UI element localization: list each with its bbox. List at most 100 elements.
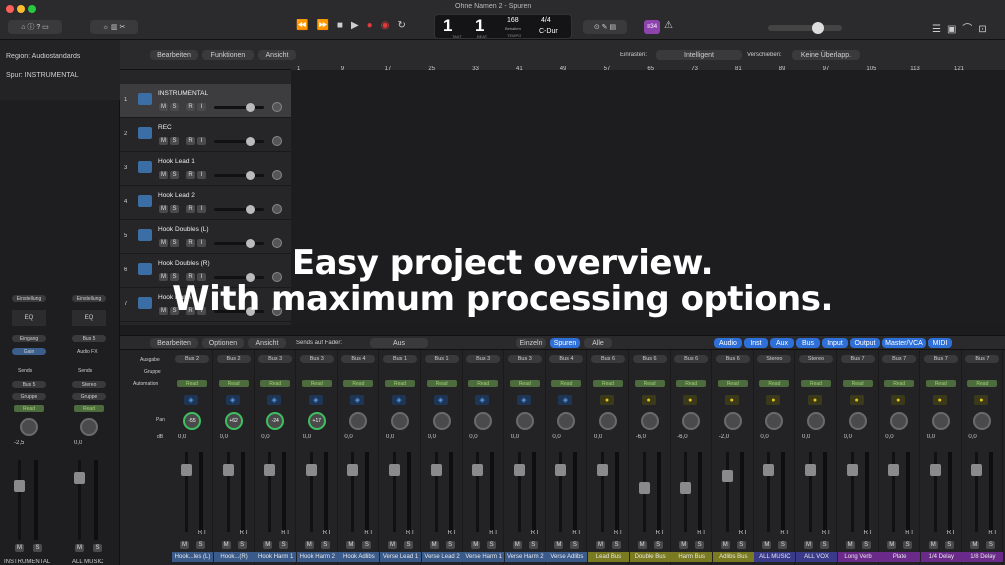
solo-button[interactable]: S (196, 541, 205, 549)
browser-buttons[interactable]: ☰▣⌒⊡ (932, 20, 993, 35)
channel-name[interactable]: Verse Lead 2 (421, 552, 463, 562)
output-slot[interactable]: Bus 6 (591, 355, 625, 363)
record-input-buttons[interactable]: R I (198, 530, 206, 536)
region-label[interactable]: Region: Audiostandards (6, 53, 80, 60)
track-mute[interactable]: M (159, 137, 168, 145)
channel-name[interactable]: Adlibs Bus (712, 552, 754, 562)
count-badge[interactable]: ≡34 (644, 20, 660, 34)
pan-knob-2[interactable] (80, 418, 98, 436)
mute-button[interactable]: M (429, 541, 439, 549)
channel-eq-icon[interactable]: ◈ (475, 395, 490, 405)
output-slot[interactable]: Bus 7 (840, 355, 875, 363)
track-solo[interactable]: S (170, 171, 179, 179)
mute-button[interactable]: M (637, 541, 647, 549)
record-input-buttons[interactable]: R I (697, 530, 705, 536)
mute-button[interactable]: M (804, 541, 813, 549)
volume-fader[interactable] (555, 452, 567, 532)
record-input-buttons[interactable]: R I (864, 530, 872, 536)
record-option-icon[interactable]: ◉ (381, 20, 390, 34)
volume-value[interactable]: 0,0 (303, 434, 311, 440)
output-slot[interactable]: Bus 3 (507, 355, 542, 363)
forward-icon[interactable]: ⏩ (316, 20, 328, 34)
solo-button[interactable]: S (612, 541, 621, 549)
mute-button[interactable]: M (388, 541, 397, 549)
track-record[interactable]: R (186, 171, 195, 179)
track-name[interactable]: Hook Lead 2 (158, 192, 195, 199)
track-input[interactable]: I (197, 103, 206, 111)
volume-value[interactable]: 0,0 (178, 434, 186, 440)
volume-fader[interactable] (472, 452, 484, 532)
pan-knob[interactable] (474, 412, 493, 430)
channel-name[interactable]: Harm Bus (671, 552, 713, 562)
pan-knob[interactable] (723, 412, 742, 430)
input-slot-2[interactable]: Bus 5 (72, 335, 106, 342)
close-button[interactable] (6, 5, 14, 13)
pan-knob[interactable] (973, 412, 992, 430)
filter-midi[interactable]: MIDI (928, 338, 952, 348)
track-record[interactable]: R (186, 103, 195, 111)
solo-button[interactable]: S (279, 541, 289, 549)
channel-eq-icon[interactable]: ● (766, 395, 781, 405)
track-pan-knob[interactable] (272, 170, 282, 180)
output-slot[interactable]: Bus 1 (424, 355, 459, 363)
track-volume-slider[interactable] (214, 137, 264, 146)
track-input[interactable]: I (197, 137, 206, 145)
volume-value[interactable]: 0,0 (469, 434, 477, 440)
channel-eq-icon[interactable]: ◈ (558, 395, 573, 405)
automation-read[interactable]: Read (759, 380, 790, 387)
volume-value[interactable]: 0,0 (261, 434, 269, 440)
solo-button[interactable]: S (362, 541, 372, 549)
solo-button[interactable]: S (736, 541, 746, 549)
sends-on-fader-select[interactable]: Aus (370, 338, 428, 348)
tuner-buttons[interactable]: ⊙ ✎ ▤ (583, 20, 627, 34)
channel-eq-icon[interactable]: ● (974, 395, 989, 405)
volume-fader[interactable] (513, 452, 525, 532)
automation-read[interactable]: Read (343, 380, 374, 387)
record-input-buttons[interactable]: R I (531, 530, 539, 536)
filter-aux[interactable]: Aux (770, 338, 794, 348)
view-menu[interactable]: Ansicht (258, 50, 296, 60)
pan-knob[interactable] (640, 412, 659, 430)
volume-fader[interactable] (721, 452, 733, 532)
channel-eq-icon[interactable]: ● (683, 395, 698, 405)
automation-read[interactable]: Read (177, 380, 207, 387)
volume-fader[interactable] (222, 452, 234, 532)
record-input-buttons[interactable]: R I (822, 530, 830, 536)
record-input-buttons[interactable]: R I (780, 530, 788, 536)
automation-read[interactable]: Read (801, 380, 831, 387)
channel-eq-icon[interactable]: ● (891, 395, 906, 405)
record-input-buttons[interactable]: R I (323, 530, 331, 536)
automation-read-2[interactable]: Read (74, 405, 104, 412)
record-input-buttons[interactable]: R I (448, 530, 456, 536)
output-slot[interactable]: Bus 4 (549, 355, 584, 363)
mute-button[interactable]: M (762, 541, 772, 549)
filter-inst[interactable]: Inst (744, 338, 768, 348)
pan-knob[interactable]: -24 (266, 412, 285, 430)
track-record[interactable]: R (186, 137, 195, 145)
channel-name[interactable]: Double Bus (629, 552, 671, 562)
track-name[interactable]: Hook Doubles (L) (158, 226, 209, 233)
channel-eq-icon[interactable]: ● (724, 395, 739, 405)
volume-value[interactable]: 0,0 (760, 434, 768, 440)
track-pan-knob[interactable] (272, 204, 282, 214)
solo-button[interactable]: S (528, 541, 538, 549)
warning-icon[interactable]: ⚠ (664, 20, 673, 31)
volume-value[interactable]: 0,0 (844, 434, 852, 440)
track-solo[interactable]: S (170, 137, 179, 145)
channel-name[interactable]: Verse Adlibs (546, 552, 588, 562)
pan-knob[interactable] (432, 412, 451, 430)
track-pan-knob[interactable] (272, 102, 282, 112)
volume-fader[interactable] (805, 452, 816, 532)
fader-1[interactable] (14, 460, 25, 540)
solo-button[interactable]: S (487, 541, 497, 549)
track-solo[interactable]: S (170, 205, 179, 213)
filter-input[interactable]: Input (822, 338, 848, 348)
solo-button[interactable]: S (404, 541, 413, 549)
automation-read[interactable]: Read (426, 380, 457, 387)
minimize-button[interactable] (17, 5, 25, 13)
volume-value[interactable]: 0,0 (552, 434, 560, 440)
output-slot[interactable]: Bus 7 (882, 355, 917, 363)
track-volume-slider[interactable] (214, 103, 264, 112)
volume-value-2[interactable]: 0,0 (74, 440, 82, 446)
record-input-buttons[interactable]: R I (739, 530, 747, 536)
